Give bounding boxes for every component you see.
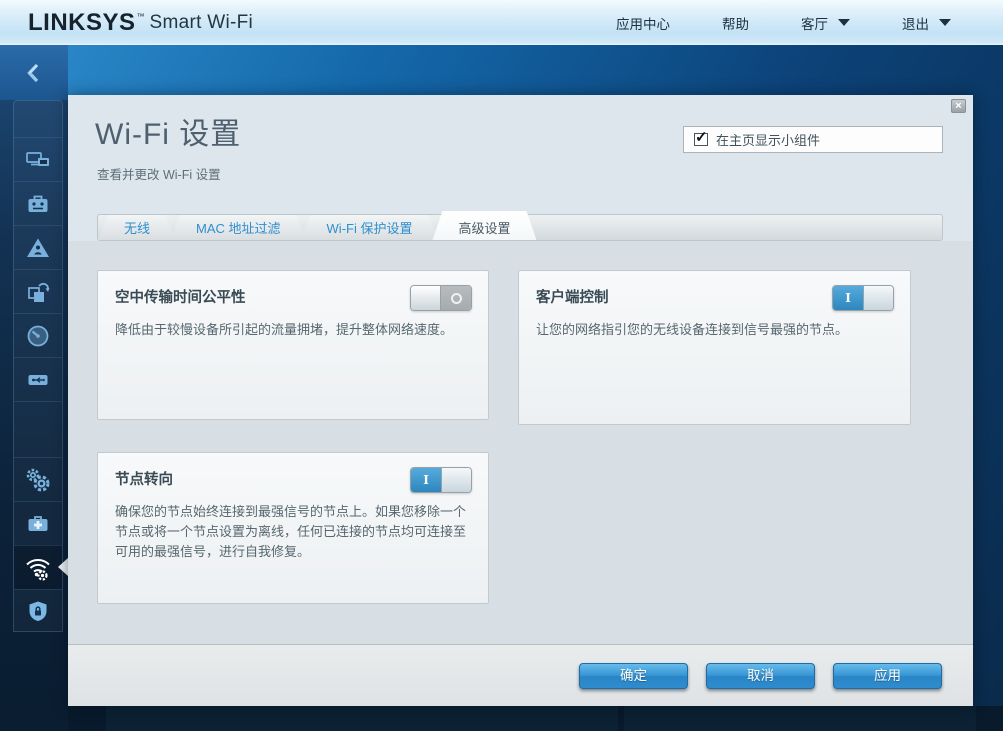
parental-controls-icon bbox=[27, 238, 49, 257]
caret-down-icon bbox=[838, 19, 850, 26]
sidebar-item-device-list[interactable] bbox=[14, 137, 62, 181]
tab-bar: 无线 MAC 地址过滤 Wi-Fi 保护设置 高级设置 bbox=[97, 214, 943, 241]
tab-label: MAC 地址过滤 bbox=[196, 221, 281, 236]
page-subtitle: 查看并更改 Wi-Fi 设置 bbox=[97, 168, 221, 182]
tab-wps[interactable]: Wi-Fi 保护设置 bbox=[301, 215, 439, 240]
guest-access-icon bbox=[28, 195, 48, 212]
card-description: 确保您的节点始终连接到最强信号的节点上。如果您移除一个节点或将一个节点设置为离线… bbox=[115, 504, 467, 560]
menu-item-logout[interactable]: 退出 bbox=[876, 7, 977, 39]
media-prioritization-icon bbox=[28, 282, 50, 302]
top-header: LINKSYS ™ Smart Wi-Fi 应用中心 帮助 客厅 退出 bbox=[0, 0, 1003, 45]
card-node-steering: 节点转向 确保您的节点始终连接到最强信号的节点上。如果您移除一个节点或将一个节点… bbox=[97, 452, 489, 604]
sidebar-item-security[interactable] bbox=[14, 589, 62, 633]
menu-label: 退出 bbox=[902, 16, 929, 32]
caret-down-icon bbox=[939, 19, 951, 26]
show-widget-checkbox-row[interactable]: ✓ 在主页显示小组件 bbox=[683, 126, 943, 153]
devices-icon bbox=[26, 151, 49, 166]
speed-test-icon bbox=[27, 325, 49, 346]
sidebar-item-media-prioritization[interactable] bbox=[14, 269, 62, 313]
toggle-handle bbox=[411, 286, 441, 310]
airtime-fairness-toggle-off[interactable] bbox=[410, 285, 472, 311]
checkbox-label: 在主页显示小组件 bbox=[716, 133, 821, 148]
tab-label: 无线 bbox=[124, 221, 151, 236]
cancel-button[interactable]: 取消 bbox=[706, 663, 815, 689]
wifi-settings-panel: × Wi-Fi 设置 查看并更改 Wi-Fi 设置 ✓ 在主页显示小组件 无线 … bbox=[68, 95, 973, 706]
chevron-left-icon bbox=[27, 63, 39, 82]
sidebar-back-button[interactable] bbox=[0, 45, 68, 100]
toggle-on-icon: I bbox=[423, 473, 429, 487]
toggle-off-icon bbox=[450, 292, 462, 304]
apply-button[interactable]: 应用 bbox=[833, 663, 942, 689]
toggle-on-track: I bbox=[411, 468, 441, 492]
menu-item-router-name[interactable]: 客厅 bbox=[775, 7, 876, 39]
toggle-on-icon: I bbox=[845, 291, 851, 305]
active-item-arrow bbox=[58, 558, 68, 576]
external-storage-icon bbox=[28, 374, 48, 385]
close-icon[interactable]: × bbox=[951, 99, 966, 113]
tab-advanced-settings[interactable]: 高级设置 bbox=[432, 211, 536, 240]
background-widget-block bbox=[624, 706, 976, 731]
sidebar-panel-spacer bbox=[14, 401, 62, 457]
node-steering-toggle-on[interactable]: I bbox=[410, 467, 472, 493]
toggle-handle bbox=[441, 468, 471, 492]
menu-item-help[interactable]: 帮助 bbox=[696, 7, 775, 39]
toggle-handle bbox=[863, 286, 893, 310]
header-menu: 应用中心 帮助 客厅 退出 bbox=[590, 7, 1003, 39]
tab-label: Wi-Fi 保护设置 bbox=[326, 221, 413, 236]
linksys-logo: LINKSYS ™ Smart Wi-Fi bbox=[28, 8, 254, 36]
connectivity-icon bbox=[26, 468, 50, 491]
toggle-off-track bbox=[441, 286, 471, 310]
background-widget-block bbox=[106, 706, 618, 731]
page-title: Wi-Fi 设置 bbox=[95, 118, 242, 151]
card-description: 降低由于较慢设备所引起的流量拥堵，提升整体网络速度。 bbox=[115, 322, 454, 337]
card-description: 让您的网络指引您的无线设备连接到信号最强的节点。 bbox=[536, 322, 849, 337]
sidebar bbox=[0, 45, 68, 731]
trademark-symbol: ™ bbox=[136, 11, 145, 21]
sidebar-panel-spacer bbox=[14, 101, 62, 137]
sidebar-item-troubleshooting[interactable] bbox=[14, 501, 62, 545]
tab-mac-filter[interactable]: MAC 地址过滤 bbox=[170, 215, 307, 240]
checkmark-icon: ✓ bbox=[695, 129, 708, 146]
sidebar-item-connectivity[interactable] bbox=[14, 457, 62, 501]
sidebar-item-external-storage[interactable] bbox=[14, 357, 62, 401]
card-client-steering: 客户端控制 让您的网络指引您的无线设备连接到信号最强的节点。 I bbox=[518, 270, 911, 425]
client-steering-toggle-on[interactable]: I bbox=[832, 285, 894, 311]
card-airtime-fairness: 空中传输时间公平性 降低由于较慢设备所引起的流量拥堵，提升整体网络速度。 bbox=[97, 270, 489, 420]
ok-button[interactable]: 确定 bbox=[579, 663, 688, 689]
app-window: LINKSYS ™ Smart Wi-Fi 应用中心 帮助 客厅 退出 × Wi… bbox=[0, 0, 1003, 731]
menu-label: 客厅 bbox=[801, 16, 828, 32]
tab-wireless[interactable]: 无线 bbox=[98, 215, 176, 240]
sidebar-item-guest-access[interactable] bbox=[14, 181, 62, 225]
logo-text: LINKSYS bbox=[28, 8, 136, 36]
menu-label: 应用中心 bbox=[616, 16, 670, 32]
sidebar-item-parental-controls[interactable] bbox=[14, 225, 62, 269]
menu-item-app-center[interactable]: 应用中心 bbox=[590, 7, 696, 39]
troubleshooting-icon bbox=[28, 515, 48, 531]
wifi-settings-icon bbox=[26, 558, 50, 581]
product-name: Smart Wi-Fi bbox=[149, 11, 254, 33]
toggle-on-track: I bbox=[833, 286, 863, 310]
background-dashboard-strip bbox=[68, 706, 1003, 731]
checkbox-checked[interactable]: ✓ bbox=[694, 129, 708, 146]
security-icon bbox=[29, 601, 47, 621]
tab-label: 高级设置 bbox=[458, 221, 511, 236]
sidebar-item-speed-test[interactable] bbox=[14, 313, 62, 357]
menu-label: 帮助 bbox=[722, 16, 749, 32]
sidebar-menu-panel bbox=[13, 100, 63, 632]
sidebar-item-wireless[interactable] bbox=[14, 545, 62, 589]
